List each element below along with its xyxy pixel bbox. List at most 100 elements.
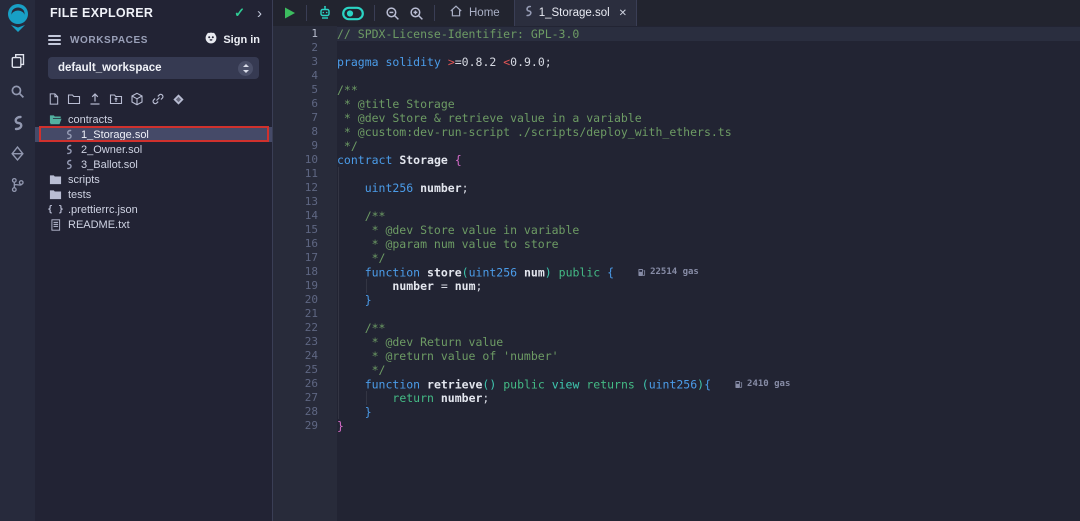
editor-area: Home 1_Storage.sol ✕ 1234567891011121314… (273, 0, 1080, 521)
link-icon[interactable] (151, 92, 165, 106)
close-tab-icon[interactable]: ✕ (619, 8, 627, 19)
tree-item-label: 3_Ballot.sol (81, 159, 138, 171)
upload-folder-icon[interactable] (109, 92, 123, 106)
code-line-26[interactable]: function retrieve() public view returns … (337, 377, 1080, 391)
line-number: 14 (273, 209, 337, 223)
code-line-19[interactable]: number = num; (337, 279, 1080, 293)
code-line-20[interactable]: } (337, 293, 1080, 307)
tree-item-2-owner-sol[interactable]: 2_Owner.sol (35, 142, 272, 157)
hamburger-menu-icon[interactable] (48, 33, 61, 47)
code-line-4[interactable] (337, 69, 1080, 83)
line-number: 9 (273, 139, 337, 153)
upload-file-icon[interactable] (88, 92, 102, 106)
tree-item-1-storage-sol[interactable]: 1_Storage.sol (35, 127, 272, 142)
tab-1-storage-sol[interactable]: 1_Storage.sol ✕ (514, 0, 637, 26)
line-numbers: 1234567891011121314151617181920212223242… (273, 26, 337, 521)
tree-item-label: contracts (68, 114, 113, 126)
code-line-23[interactable]: * @dev Return value (337, 335, 1080, 349)
workspace-select[interactable]: default_workspace (48, 57, 259, 79)
file-explorer-icon[interactable] (0, 45, 35, 76)
tree-item-readme-txt[interactable]: README.txt (35, 217, 272, 232)
chevron-right-icon[interactable]: › (257, 6, 262, 21)
code-line-10[interactable]: contract Storage { (337, 153, 1080, 167)
code-line-15[interactable]: * @dev Store value in variable (337, 223, 1080, 237)
git-icon[interactable] (0, 169, 35, 200)
new-folder-icon[interactable] (67, 92, 81, 106)
select-caret-icon (238, 61, 253, 76)
tree-item-label: tests (68, 189, 91, 201)
code-line-11[interactable] (337, 167, 1080, 181)
code-line-13[interactable] (337, 195, 1080, 209)
code-line-14[interactable]: /** (337, 209, 1080, 223)
check-icon[interactable]: ✓ (234, 5, 245, 21)
solidity-compiler-icon[interactable] (0, 107, 35, 138)
line-number: 13 (273, 195, 337, 209)
line-number: 23 (273, 335, 337, 349)
line-number: 21 (273, 307, 337, 321)
home-icon (449, 4, 463, 23)
tree-item-label: 2_Owner.sol (81, 144, 142, 156)
toggle-switch-icon[interactable] (342, 6, 364, 21)
code-line-3[interactable]: pragma solidity >=0.8.2 <0.9.0; (337, 55, 1080, 69)
tree-item-label: README.txt (68, 219, 130, 231)
line-number: 1 (273, 27, 337, 41)
code-line-12[interactable]: uint256 number; (337, 181, 1080, 195)
code-line-5[interactable]: /** (337, 83, 1080, 97)
code-line-1[interactable]: // SPDX-License-Identifier: GPL-3.0 (337, 27, 1080, 41)
tree-item--prettierrc-json[interactable]: { }.prettierrc.json (35, 202, 272, 217)
github-icon (204, 31, 218, 49)
file-explorer-panel: FILE EXPLORER ✓ › WORKSPACES Sign in (35, 0, 273, 521)
code-line-24[interactable]: * @return value of 'number' (337, 349, 1080, 363)
solidity-icon (62, 159, 75, 170)
deploy-run-icon[interactable] (0, 138, 35, 169)
tab-label: 1_Storage.sol (539, 7, 610, 19)
tree-item-scripts[interactable]: scripts (35, 172, 272, 187)
code-line-8[interactable]: * @custom:dev-run-script ./scripts/deplo… (337, 125, 1080, 139)
tree-item-3-ballot-sol[interactable]: 3_Ballot.sol (35, 157, 272, 172)
remix-logo-icon[interactable] (4, 3, 32, 33)
code-line-7[interactable]: * @dev Store & retrieve value in a varia… (337, 111, 1080, 125)
run-script-button[interactable] (283, 6, 296, 20)
code-line-27[interactable]: return number; (337, 391, 1080, 405)
new-file-icon[interactable] (47, 92, 60, 106)
line-number: 29 (273, 419, 337, 433)
line-number: 19 (273, 279, 337, 293)
zoom-out-icon[interactable] (385, 6, 400, 21)
sign-in-button[interactable]: Sign in (204, 31, 260, 49)
solidity-icon (62, 129, 75, 140)
line-number: 28 (273, 405, 337, 419)
code-line-6[interactable]: * @title Storage (337, 97, 1080, 111)
gem-icon[interactable] (172, 93, 185, 106)
code-lines[interactable]: // SPDX-License-Identifier: GPL-3.0 pragm… (337, 26, 1080, 521)
code-line-16[interactable]: * @param num value to store (337, 237, 1080, 251)
cube-icon[interactable] (130, 92, 144, 106)
code-line-28[interactable]: } (337, 405, 1080, 419)
code-editor[interactable]: 1234567891011121314151617181920212223242… (273, 26, 1080, 521)
line-number: 24 (273, 349, 337, 363)
indent-guide (338, 167, 339, 419)
home-tab-label: Home (469, 7, 500, 19)
tree-item-contracts[interactable]: contracts (35, 112, 272, 127)
folder-icon (49, 189, 62, 201)
code-line-2[interactable] (337, 41, 1080, 55)
search-icon[interactable] (0, 76, 35, 107)
tree-item-tests[interactable]: tests (35, 187, 272, 202)
code-line-17[interactable]: */ (337, 251, 1080, 265)
code-line-29[interactable]: } (337, 419, 1080, 433)
panel-title: FILE EXPLORER (50, 6, 234, 20)
ai-assistant-icon[interactable] (317, 5, 333, 21)
code-line-9[interactable]: */ (337, 139, 1080, 153)
code-line-22[interactable]: /** (337, 321, 1080, 335)
workspaces-label: WORKSPACES (70, 35, 204, 46)
tab-home[interactable]: Home (435, 0, 514, 26)
line-number: 22 (273, 321, 337, 335)
line-number: 5 (273, 83, 337, 97)
line-number: 25 (273, 363, 337, 377)
line-number: 12 (273, 181, 337, 195)
line-number: 4 (273, 69, 337, 83)
zoom-in-icon[interactable] (409, 6, 424, 21)
code-line-25[interactable]: */ (337, 363, 1080, 377)
code-line-18[interactable]: function store(uint256 num) public {2251… (337, 265, 1080, 279)
solidity-file-icon (524, 4, 533, 22)
code-line-21[interactable] (337, 307, 1080, 321)
